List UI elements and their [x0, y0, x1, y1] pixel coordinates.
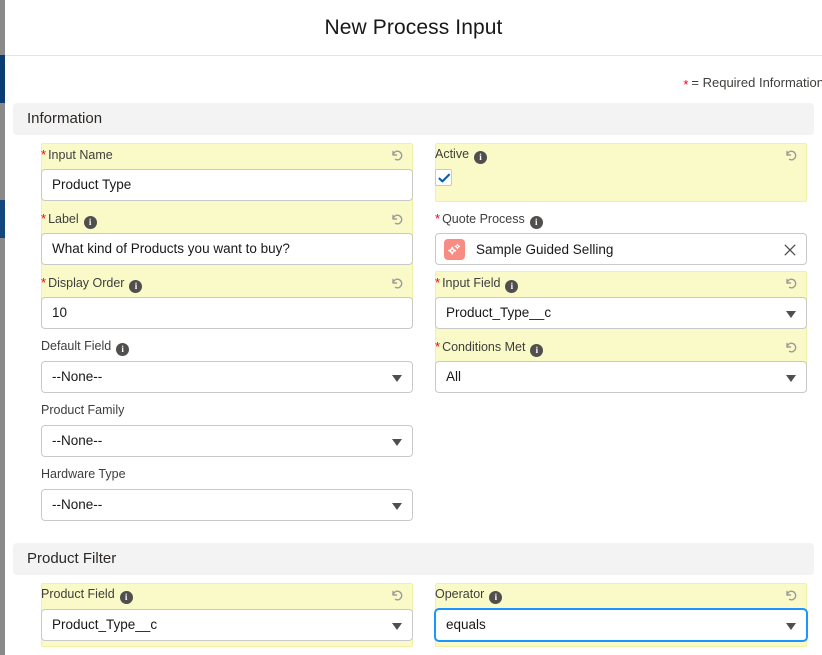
field-quote-process-label: *Quote Process i: [435, 211, 807, 229]
default-field-select[interactable]: --None--: [41, 361, 413, 393]
required-asterisk: *: [41, 147, 46, 162]
field-active-label: Activei: [435, 147, 807, 165]
field-operator: Operator i equals: [435, 587, 807, 641]
check-icon: [438, 172, 451, 185]
field-input-name: *Input Name Product Type: [41, 147, 413, 201]
info-icon[interactable]: i: [474, 151, 487, 164]
field-input-name-label: *Input Name: [41, 147, 413, 165]
default-field-value: --None--: [52, 369, 102, 384]
field-product-field-label: Product Field i: [41, 587, 413, 605]
product-family-value: --None--: [52, 433, 102, 448]
product-field-value: Product_Type__c: [52, 617, 157, 632]
field-input-field: *Input Field i Product_Type__c: [435, 275, 807, 329]
page-title: New Process Input: [5, 0, 822, 56]
operator-select[interactable]: equals: [435, 609, 807, 641]
required-asterisk: *: [41, 211, 46, 226]
quote-process-value: Sample Guided Selling: [476, 234, 613, 265]
hardware-type-select[interactable]: --None--: [41, 489, 413, 521]
info-icon[interactable]: i: [530, 216, 543, 229]
field-product-family-label: Product Family: [41, 403, 413, 421]
field-operator-label: Operator i: [435, 587, 807, 605]
input-name-field[interactable]: Product Type: [41, 169, 413, 201]
info-icon[interactable]: i: [84, 216, 97, 229]
display-order-field[interactable]: 10: [41, 297, 413, 329]
info-icon[interactable]: i: [120, 591, 133, 604]
field-product-field: Product Field i Product_Type__c: [41, 587, 413, 641]
required-asterisk: *: [435, 275, 440, 290]
label-text: Display Order: [48, 276, 124, 290]
undo-icon[interactable]: [783, 587, 799, 603]
section-header-information[interactable]: Information: [13, 103, 814, 135]
undo-icon[interactable]: [783, 147, 799, 163]
modal-header: New Process Input: [5, 0, 822, 56]
label-text: Quote Process: [442, 212, 525, 226]
undo-icon[interactable]: [783, 339, 799, 355]
required-asterisk: *: [435, 211, 440, 226]
info-icon[interactable]: i: [489, 591, 502, 604]
field-active: Activei: [435, 147, 807, 186]
chevron-down-icon: [786, 375, 796, 382]
label-text: Label: [48, 212, 79, 226]
info-icon[interactable]: i: [530, 344, 543, 357]
label-text: Hardware Type: [41, 467, 126, 481]
label-text: Product Family: [41, 403, 124, 417]
field-label-label: *Labeli: [41, 211, 413, 229]
field-conditions-met: *Conditions Met i All: [435, 339, 807, 393]
info-icon[interactable]: i: [129, 280, 142, 293]
required-asterisk: *: [41, 275, 46, 290]
field-quote-process: *Quote Process i: [435, 211, 807, 265]
field-display-order: *Display Order i 10: [41, 275, 413, 329]
new-process-input-modal: New Process Input *= Required Informatio…: [0, 0, 822, 655]
chevron-down-icon: [392, 623, 402, 630]
section-header-product-filter-label: Product Filter: [27, 543, 116, 575]
input-field-value: Product_Type__c: [446, 305, 551, 320]
field-hardware-type-label: Hardware Type: [41, 467, 413, 485]
undo-icon[interactable]: [389, 147, 405, 163]
input-field-select[interactable]: Product_Type__c: [435, 297, 807, 329]
required-information-note: *= Required Information: [683, 75, 822, 90]
chevron-down-icon: [786, 311, 796, 318]
undo-icon[interactable]: [389, 587, 405, 603]
label-text: Product Field: [41, 587, 115, 601]
label-text: Conditions Met: [442, 340, 525, 354]
close-icon[interactable]: [782, 242, 798, 258]
hardware-type-value: --None--: [52, 497, 102, 512]
label-text: Input Field: [442, 276, 500, 290]
section-header-information-label: Information: [27, 103, 102, 135]
field-default-field: Default Field i --None--: [41, 339, 413, 393]
undo-icon[interactable]: [389, 211, 405, 227]
label-text: Default Field: [41, 339, 111, 353]
field-conditions-met-label: *Conditions Met i: [435, 339, 807, 357]
chevron-down-icon: [786, 623, 796, 630]
label-text: Operator: [435, 587, 484, 601]
conditions-met-value: All: [446, 369, 461, 384]
field-product-family: Product Family --None--: [41, 403, 413, 457]
field-display-order-label: *Display Order i: [41, 275, 413, 293]
chevron-down-icon: [392, 439, 402, 446]
field-input-field-label: *Input Field i: [435, 275, 807, 293]
field-hardware-type: Hardware Type --None--: [41, 467, 413, 521]
operator-value: equals: [446, 617, 486, 632]
info-icon[interactable]: i: [505, 280, 518, 293]
conditions-met-select[interactable]: All: [435, 361, 807, 393]
label-field[interactable]: What kind of Products you want to buy?: [41, 233, 413, 265]
undo-icon[interactable]: [783, 275, 799, 291]
required-asterisk: *: [683, 77, 688, 92]
active-checkbox[interactable]: [435, 169, 452, 186]
label-text: Active: [435, 147, 469, 161]
required-note-text: = Required Information: [691, 75, 822, 90]
chevron-down-icon: [392, 503, 402, 510]
product-family-select[interactable]: --None--: [41, 425, 413, 457]
undo-icon[interactable]: [389, 275, 405, 291]
field-default-field-label: Default Field i: [41, 339, 413, 357]
info-icon[interactable]: i: [116, 343, 129, 356]
quote-process-record-icon: [444, 239, 465, 260]
section-header-product-filter[interactable]: Product Filter: [13, 543, 814, 575]
required-asterisk: *: [435, 339, 440, 354]
field-label: *Labeli What kind of Products you want t…: [41, 211, 413, 265]
label-text: Input Name: [48, 148, 113, 162]
chevron-down-icon: [392, 375, 402, 382]
quote-process-lookup[interactable]: Sample Guided Selling: [435, 233, 807, 265]
product-field-select[interactable]: Product_Type__c: [41, 609, 413, 641]
